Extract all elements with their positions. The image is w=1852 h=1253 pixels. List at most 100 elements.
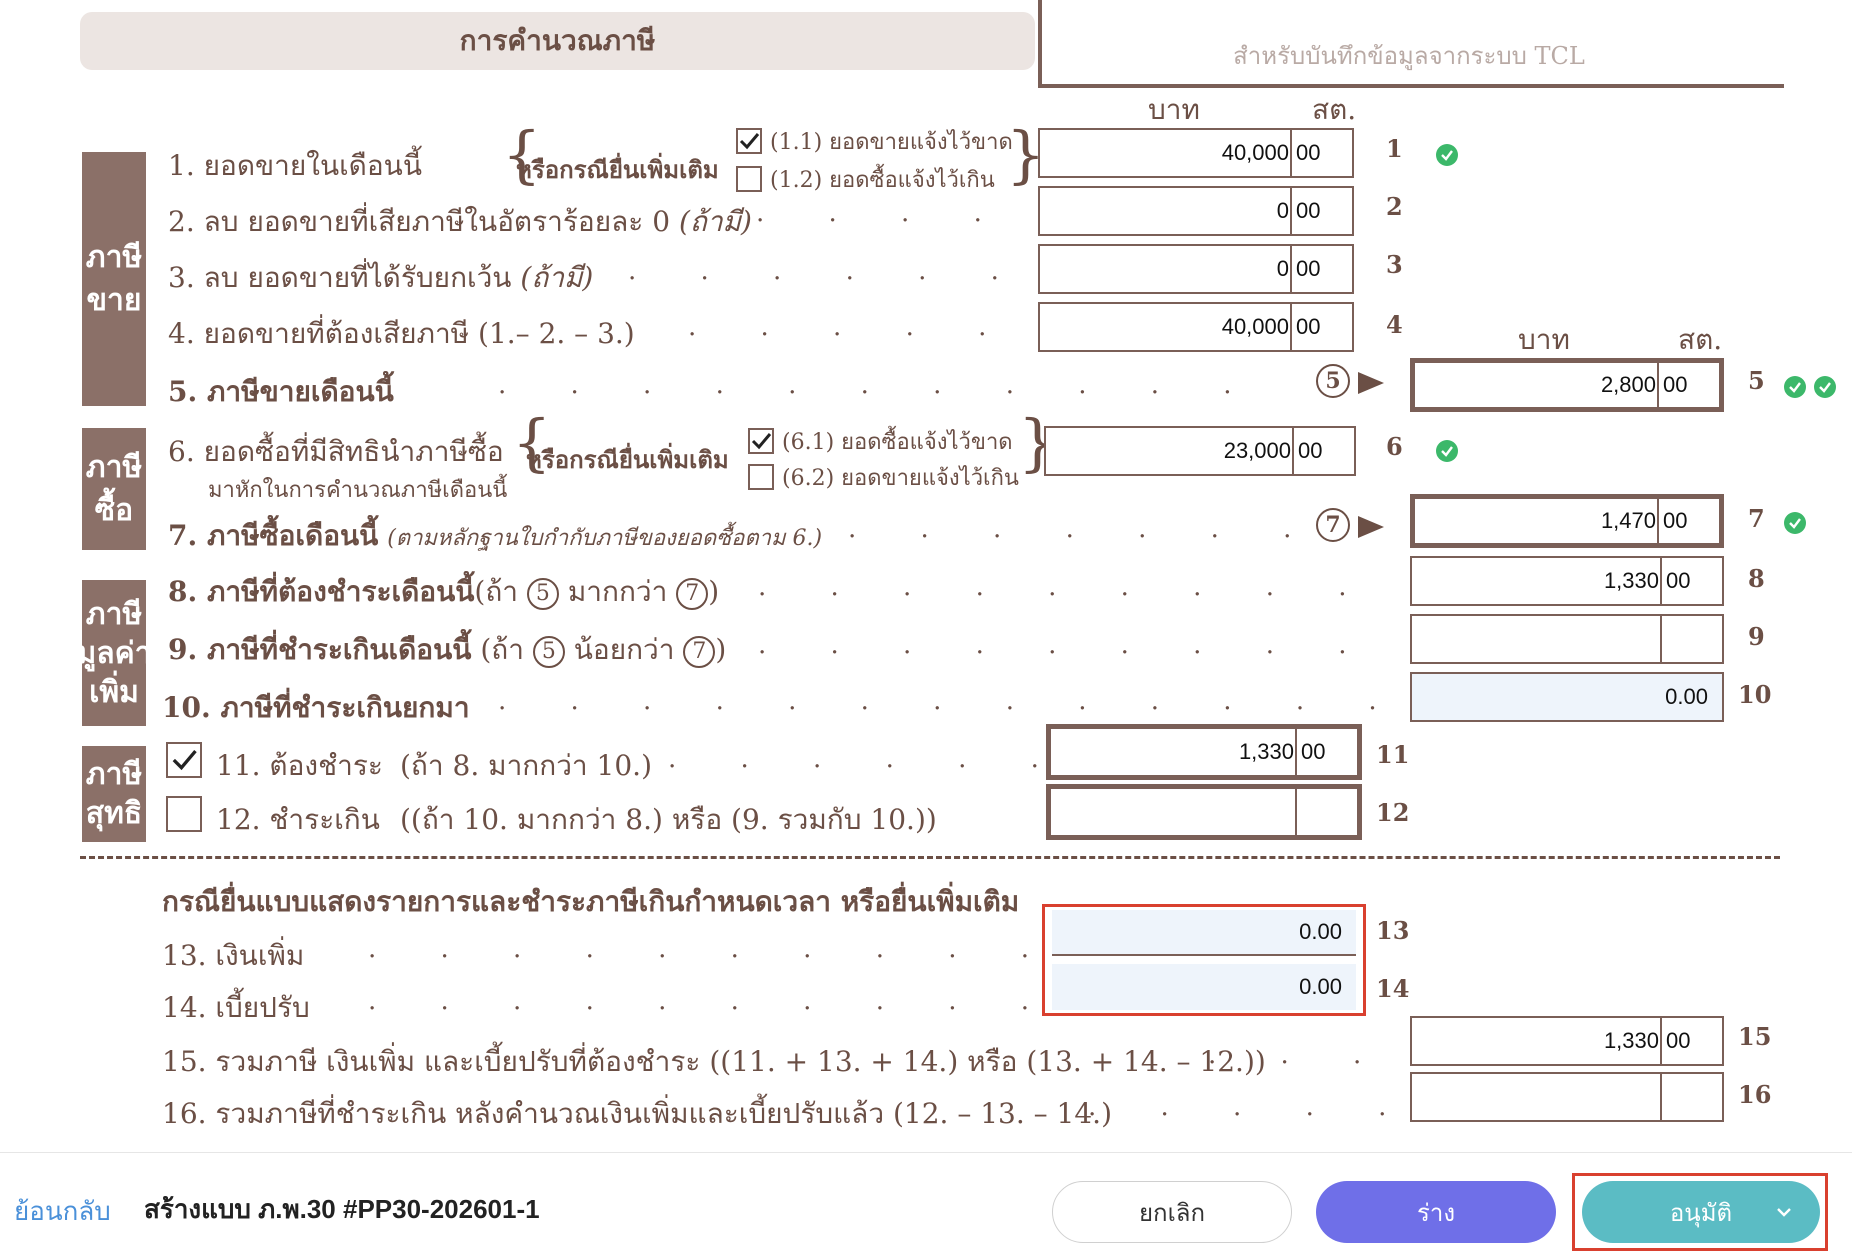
row6-label: 6. ยอดซื้อที่มีสิทธินำภาษีซื้อ: [168, 435, 504, 468]
checkbox-6-1[interactable]: [748, 428, 774, 454]
checkbox-1-1[interactable]: [736, 128, 762, 154]
unit-baht: บาท: [1148, 93, 1200, 126]
tcl-label: สำหรับบันทึกข้อมูลจากระบบ TCL: [1233, 42, 1585, 70]
row16-label: 16. รวมภาษีที่ชำระเกิน หลังคำนวณเงินเพิ่…: [162, 1097, 1113, 1130]
row13-label: 13. เงินเพิ่ม: [162, 939, 305, 972]
row15-number: 15: [1738, 1022, 1772, 1051]
row12-field[interactable]: [1046, 784, 1362, 840]
tax-calc-title: การคำนวณภาษี: [459, 24, 656, 57]
row12-cond: ((ถ้า 10. มากกว่า 8.) หรือ (9. รวมกับ 10…: [400, 803, 937, 836]
row15-dots: . . . .: [1208, 1040, 1398, 1070]
row2-sep: [1290, 188, 1292, 234]
row10-field[interactable]: 0.00: [1410, 672, 1724, 722]
row10-dots: . . . . . . . . . . . . . . . . . . . . …: [498, 686, 1398, 716]
row9-circle-7: 7: [683, 635, 716, 668]
row8-label-text: 8. ภาษีที่ต้องชำระเดือนนี้: [168, 575, 475, 608]
row5-circle: 5: [1316, 364, 1350, 398]
row9-field[interactable]: [1410, 614, 1724, 664]
chevron-down-icon[interactable]: [1774, 1201, 1794, 1229]
row5-label: 5. ภาษีขายเดือนนี้: [168, 375, 394, 408]
cancel-button[interactable]: ยกเลิก: [1052, 1181, 1292, 1243]
row8-number: 8: [1748, 564, 1765, 593]
row4-label: 4. ยอดขายที่ต้องเสียภาษี (1.– 2. – 3.): [168, 317, 635, 350]
unit-satang-right: สต.: [1678, 323, 1723, 356]
row1-field[interactable]: 40,000 00: [1038, 128, 1354, 178]
row7-number: 7: [1748, 504, 1765, 533]
row1-label: 1. ยอดขายในเดือนนี้: [168, 149, 422, 182]
row8-field[interactable]: 1,330 00: [1410, 556, 1724, 606]
row13-dots: . . . . . . . . . . . . . . . . . . . .: [368, 934, 1038, 964]
draft-button-label: ร่าง: [1416, 1199, 1456, 1227]
row15-satang: 00: [1666, 1028, 1691, 1053]
row5-sep: [1657, 363, 1659, 407]
row7-field[interactable]: 1,470 00: [1410, 494, 1724, 548]
row3-field[interactable]: 0 00: [1038, 244, 1354, 294]
row14-field[interactable]: 0.00: [1052, 964, 1356, 1010]
back-link[interactable]: ย้อนกลับ: [14, 1191, 111, 1232]
row3-sep: [1290, 246, 1292, 292]
checkbox-row11[interactable]: [166, 742, 202, 778]
row9-circle-5: 5: [532, 635, 565, 668]
section-purchase-line1: ภาษี: [85, 449, 143, 485]
row16-field[interactable]: [1410, 1072, 1724, 1122]
section-purchase-line2: ซื้อ: [94, 493, 134, 528]
row7-label-text: 7. ภาษีซื้อเดือนนี้: [168, 519, 379, 552]
checkbox-1-2[interactable]: [736, 166, 762, 192]
row8-cond-c: ): [708, 575, 720, 608]
row9-cond-a: (ถ้า: [480, 633, 524, 666]
row7-arrow-icon: [1358, 516, 1384, 538]
row16-number: 16: [1738, 1080, 1772, 1109]
row15-field[interactable]: 1,330 00: [1410, 1016, 1724, 1066]
check-icon: [739, 133, 760, 150]
row7-circle: 7: [1316, 508, 1350, 542]
section-sales-line2: ขาย: [86, 283, 142, 318]
row15-baht: 1,330: [1603, 1028, 1659, 1053]
row1-baht: 40,000: [1221, 140, 1289, 165]
row9-label-text: 9. ภาษีที่ชำระเกินเดือนนี้: [168, 633, 472, 666]
row13-field[interactable]: 0.00: [1052, 910, 1356, 956]
row16-satang: [1664, 1074, 1722, 1120]
row4-satang: 00: [1296, 314, 1321, 339]
row9-number: 9: [1748, 622, 1765, 651]
late-heading: กรณียื่นแบบแสดงรายการและชำระภาษีเกินกำหน…: [162, 885, 1020, 918]
row5-number: 5: [1748, 366, 1765, 395]
row6-baht: 23,000: [1223, 438, 1291, 463]
row9-sep: [1660, 616, 1662, 662]
section-vat-line1: ภาษี: [85, 596, 143, 632]
row2-field[interactable]: 0 00: [1038, 186, 1354, 236]
row3-number: 3: [1386, 250, 1403, 279]
row13-value: 0.00: [1299, 919, 1342, 944]
row14-number: 14: [1376, 974, 1410, 1003]
row4-field[interactable]: 40,000 00: [1038, 302, 1354, 352]
approve-button[interactable]: อนุมัติ: [1582, 1181, 1820, 1243]
row8-dots: . . . . . . . . . . . . . . . . . .: [758, 572, 1398, 602]
row6-sub: มาหักในการคำนวณภาษีเดือนนี้: [208, 478, 508, 503]
section-net-line2: สุทธิ: [85, 796, 143, 831]
row9-label: 9. ภาษีที่ชำระเกินเดือนนี้ (ถ้า 5 น้อยกว…: [168, 628, 726, 672]
row3-baht: 0: [1276, 256, 1289, 281]
row5-field[interactable]: 2,800 00: [1410, 358, 1724, 412]
action-bar: ย้อนกลับ สร้างแบบ ภ.พ.30 #PP30-202601-1 …: [0, 1152, 1852, 1253]
row11-sep: [1295, 729, 1297, 775]
row7-baht: 1,470: [1600, 508, 1656, 533]
supplement-label-1: หรือกรณียื่นเพิ่มเติม: [516, 155, 719, 184]
row3-satang: 00: [1296, 256, 1321, 281]
draft-button[interactable]: ร่าง: [1316, 1181, 1556, 1243]
row9-cond-c: ): [715, 633, 727, 666]
row6-field[interactable]: 23,000 00: [1044, 426, 1356, 476]
row11-number: 11: [1376, 740, 1410, 769]
tax-form-page: การคำนวณภาษี สำหรับบันทึกข้อมูลจากระบบ T…: [8, 0, 1844, 1152]
row8-circle-7: 7: [676, 577, 709, 610]
row11-field[interactable]: 1,330 00: [1046, 724, 1362, 780]
checkbox-6-2[interactable]: [748, 464, 774, 490]
opt-6-2-label: (6.2) ยอดขายแจ้งไว้เกิน: [782, 466, 1019, 491]
checkbox-row12[interactable]: [166, 796, 202, 832]
row16-sep: [1660, 1074, 1662, 1120]
check-icon: [751, 433, 772, 450]
row10-number: 10: [1738, 680, 1772, 709]
section-net: ภาษี สุทธิ: [82, 746, 146, 842]
row8-label: 8. ภาษีที่ต้องชำระเดือนนี้(ถ้า 5 มากกว่า…: [168, 570, 719, 614]
row9-satang: [1664, 616, 1722, 662]
row1-satang: 00: [1296, 140, 1321, 165]
section-vat: ภาษี มูลค่า เพิ่ม: [76, 580, 152, 726]
